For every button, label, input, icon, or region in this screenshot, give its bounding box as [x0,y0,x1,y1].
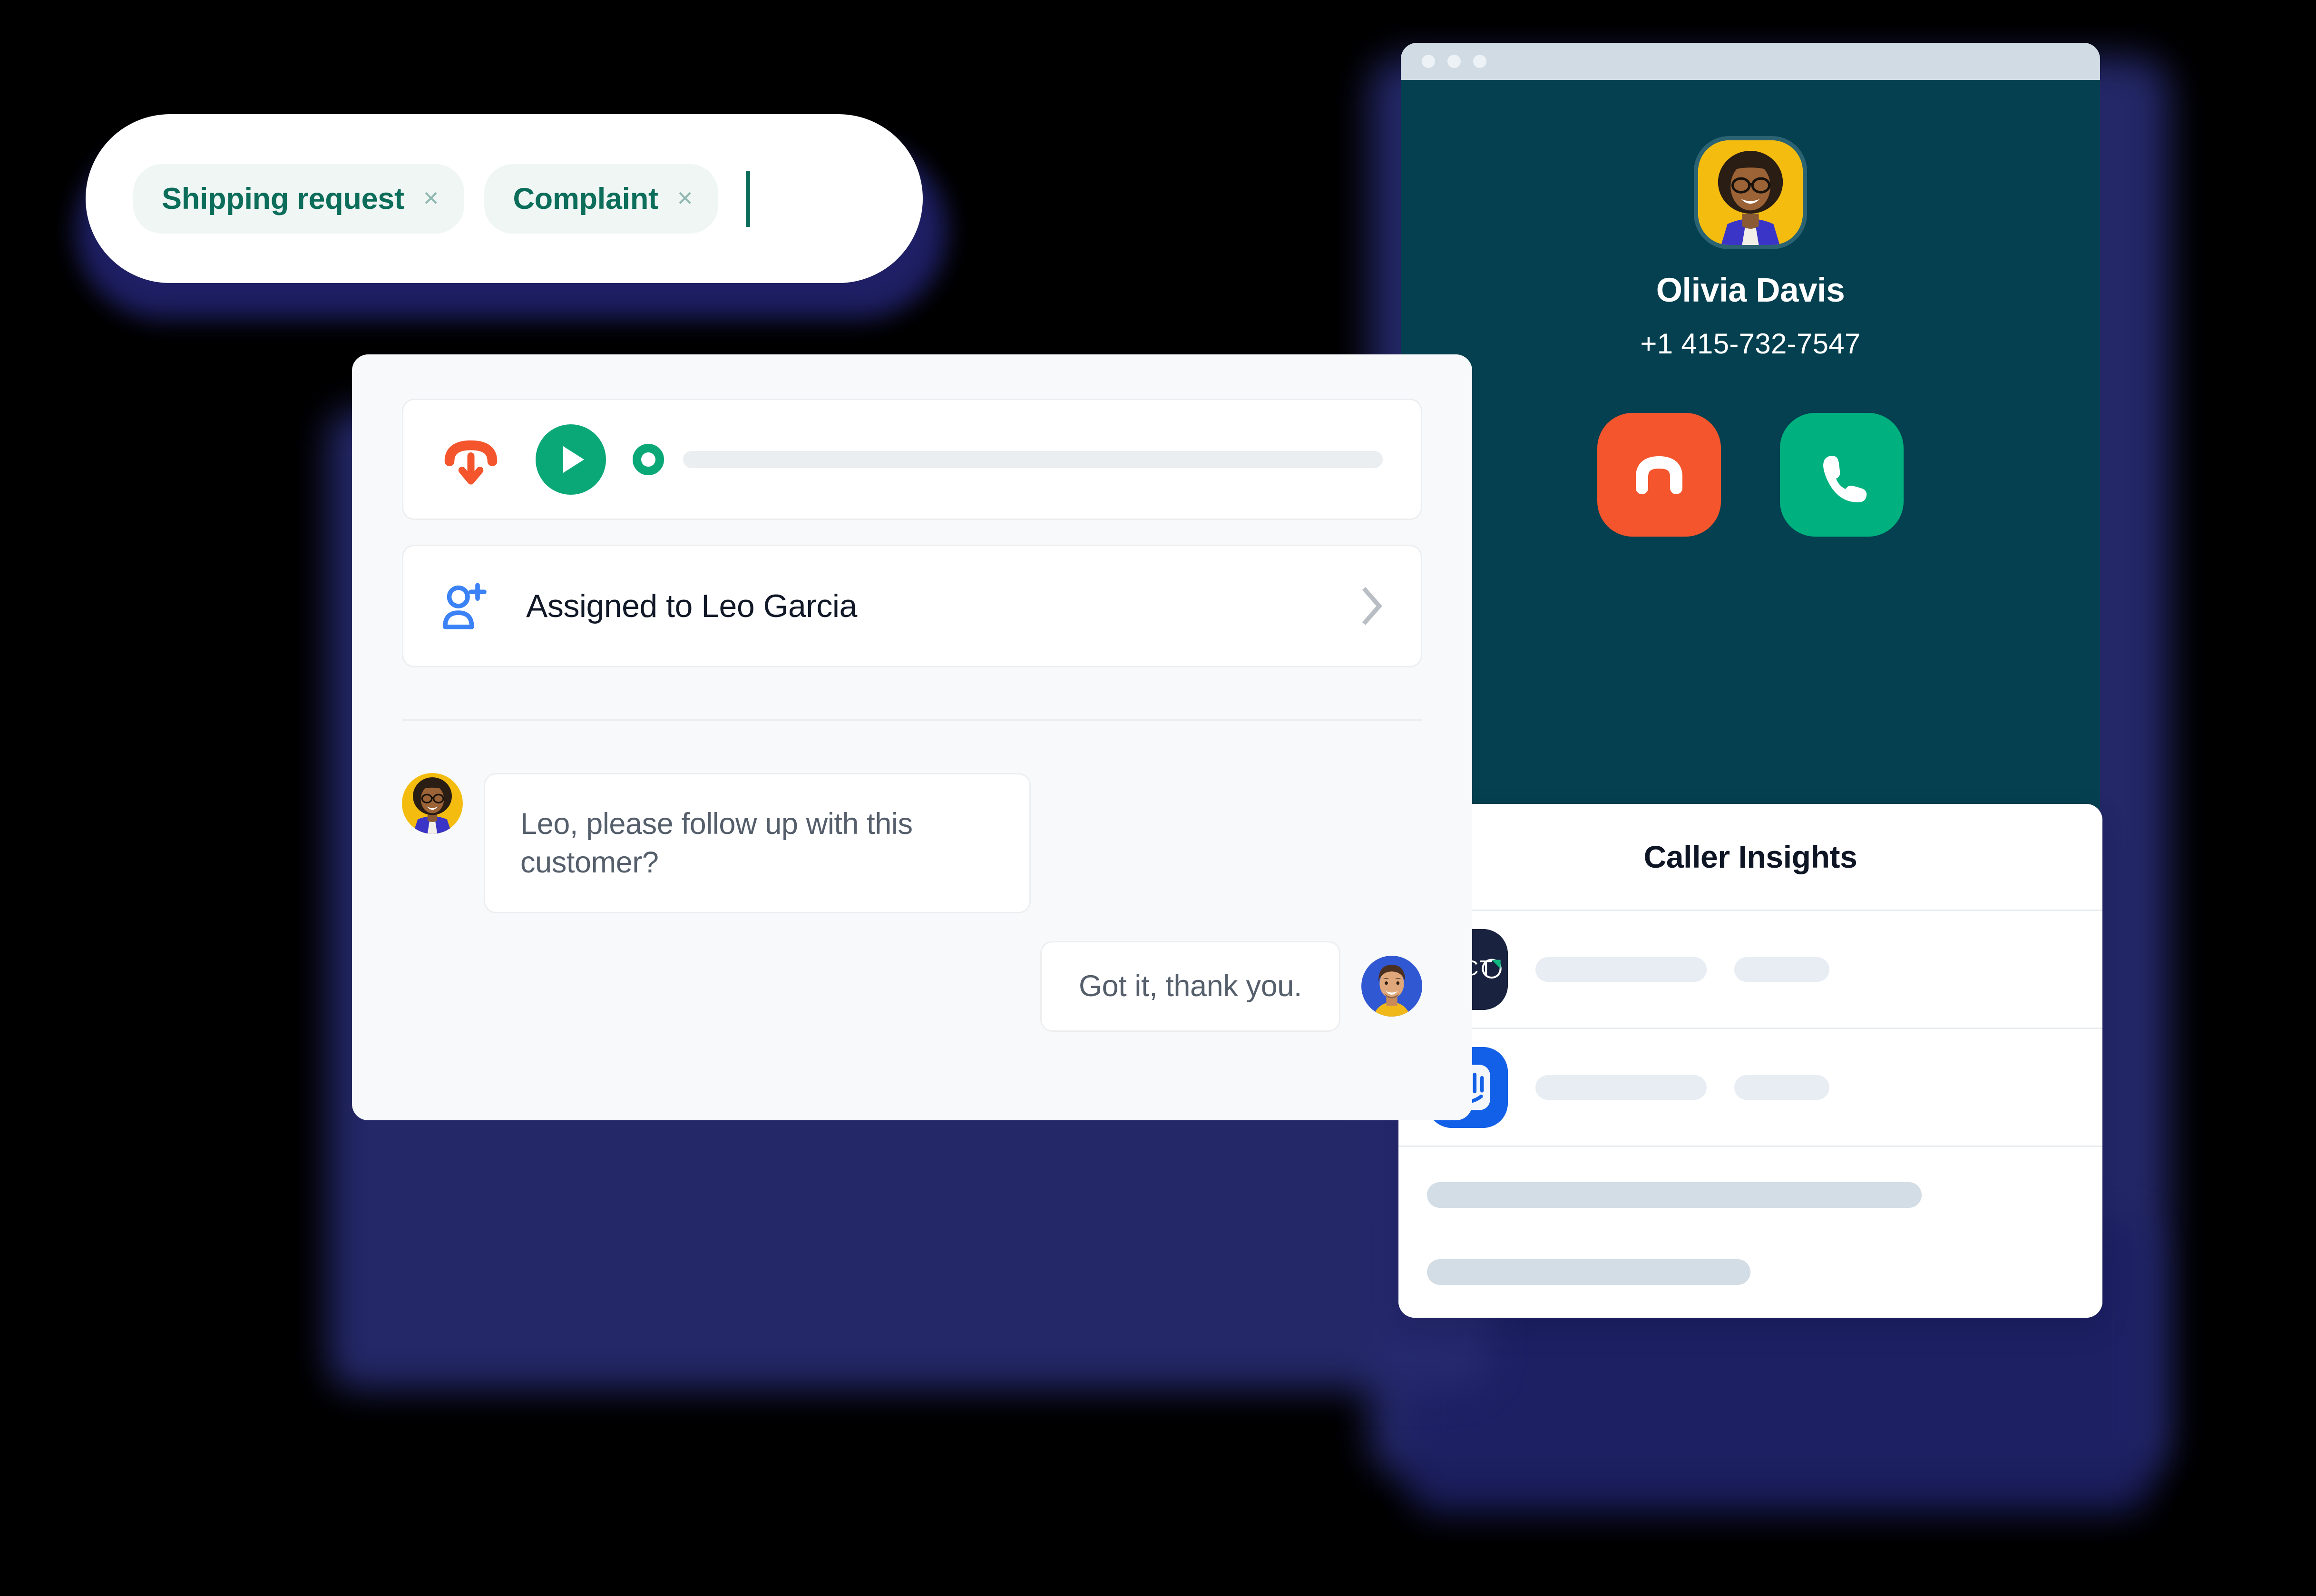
call-action-buttons [1597,413,1904,537]
divider [402,719,1422,721]
decline-call-button[interactable] [1597,413,1721,537]
accept-call-button[interactable] [1780,413,1904,537]
caller-insights-panel: Caller Insights ECT [1398,804,2102,1318]
message-bubble: Got it, thank you. [1040,941,1340,1032]
progress-track[interactable] [683,450,1383,468]
caller-name: Olivia Davis [1656,272,1845,309]
skeleton-bar [1535,957,1707,982]
insight-row[interactable]: ECT [1398,911,2102,1029]
call-window: Olivia Davis +1 415-732-7547 [1401,43,2100,809]
hangup-icon [1636,456,1682,494]
canvas: Shipping request × Complaint × Olivia Da… [0,0,2316,1596]
window-titlebar [1401,43,2100,80]
skeleton-line [1427,1259,1750,1285]
tag-chip-label: Shipping request [162,182,404,215]
call-detail-card: Assigned to Leo Garcia Leo, please follo… [352,354,1472,1120]
close-dot-icon[interactable] [1422,55,1435,68]
skeleton-bar [1734,957,1829,982]
caller-phone-number: +1 415-732-7547 [1640,328,1861,360]
avatar [402,773,463,834]
tag-input-bar[interactable]: Shipping request × Complaint × [86,114,923,283]
tag-chip-label: Complaint [513,182,658,215]
caller-avatar [1694,136,1807,249]
progress-handle[interactable] [633,443,664,475]
incoming-call-icon [444,440,498,484]
close-icon[interactable]: × [423,184,439,211]
insight-skeletons [1535,957,1829,982]
close-icon[interactable]: × [677,184,693,211]
audio-player [402,399,1422,520]
minimize-dot-icon[interactable] [1447,55,1461,68]
avatar [1361,956,1422,1017]
add-user-icon [442,583,487,629]
assignment-label: Assigned to Leo Garcia [526,588,857,624]
call-window-body: Olivia Davis +1 415-732-7547 [1401,80,2100,809]
insight-skeletons [1535,1075,1829,1100]
skeleton-line [1427,1182,1922,1208]
play-button[interactable] [536,424,606,495]
tag-chip-complaint[interactable]: Complaint × [484,164,719,234]
insights-footer [1398,1147,2102,1318]
text-cursor [746,170,751,227]
play-icon [563,446,584,473]
phone-icon [1823,456,1867,502]
chevron-right-icon[interactable] [1360,586,1385,626]
assignment-row[interactable]: Assigned to Leo Garcia [402,545,1422,667]
skeleton-bar [1535,1075,1707,1100]
insight-row[interactable] [1398,1029,2102,1147]
tag-chip-shipping-request[interactable]: Shipping request × [133,164,465,234]
insights-title: Caller Insights [1398,804,2102,911]
skeleton-bar [1734,1075,1829,1100]
chat-message-outgoing: Got it, thank you. [352,941,1422,1032]
chat-message-incoming: Leo, please follow up with this customer… [402,773,1031,914]
message-bubble: Leo, please follow up with this customer… [484,773,1031,914]
maximize-dot-icon[interactable] [1473,55,1486,68]
